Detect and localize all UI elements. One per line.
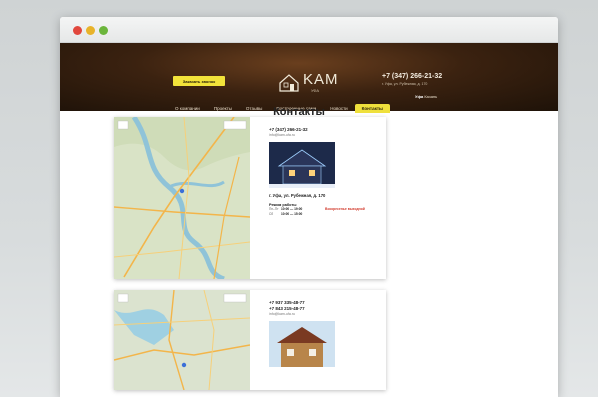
map-image xyxy=(114,290,250,390)
map[interactable] xyxy=(114,290,250,390)
header-phone[interactable]: +7 (347) 266-21-32 xyxy=(382,73,442,80)
map-image xyxy=(114,117,250,279)
house-logo-icon xyxy=(279,74,299,92)
window-titlebar xyxy=(60,17,558,43)
callback-button[interactable]: Заказать звонок xyxy=(173,76,225,86)
contact-info: +7 (347) 266-21-32 info@kam-ufa.ru г. Уф… xyxy=(269,127,384,217)
hours-time: 10:00 — 15:00 xyxy=(281,212,303,216)
office-photo xyxy=(269,142,335,188)
close-window-button[interactable] xyxy=(73,26,82,35)
logo-subtitle: УФА xyxy=(311,88,320,93)
contact-card: +7 (347) 266-21-32 info@kam-ufa.ru г. Уф… xyxy=(114,117,386,279)
office-photo xyxy=(269,321,335,367)
city-switcher[interactable]: Уфа Казань xyxy=(415,94,437,99)
logo-text: KAM xyxy=(303,71,339,88)
hours-row: Сб 10:00 — 15:00 xyxy=(269,212,384,217)
site-logo[interactable]: KAM УФА xyxy=(278,71,348,95)
map[interactable] xyxy=(114,117,250,279)
contact-email[interactable]: info@kam-ufa.ru xyxy=(269,312,384,317)
hours-days: Сб xyxy=(269,212,274,216)
contact-email[interactable]: info@kam-ufa.ru xyxy=(269,133,384,138)
current-city: Уфа xyxy=(415,94,424,99)
header-address: г. Уфа, ул. Рубежная, д. 170 xyxy=(382,82,428,86)
maximize-window-button[interactable] xyxy=(99,26,108,35)
contact-address: г. Уфа, ул. Рубежная, д. 170 xyxy=(269,193,326,198)
contact-info: +7 937 335-48-77 +7 843 215-48-77 info@k… xyxy=(269,300,384,367)
minimize-window-button[interactable] xyxy=(86,26,95,35)
contact-card: +7 937 335-48-77 +7 843 215-48-77 info@k… xyxy=(114,290,386,390)
house-photo xyxy=(269,142,335,188)
other-city-link[interactable]: Казань xyxy=(424,94,437,99)
holiday-note: Воскресенье выходной xyxy=(325,207,365,211)
house-photo xyxy=(269,321,335,367)
site-header: Заказать звонок KAM УФА +7 (347) 266-21-… xyxy=(60,43,558,113)
